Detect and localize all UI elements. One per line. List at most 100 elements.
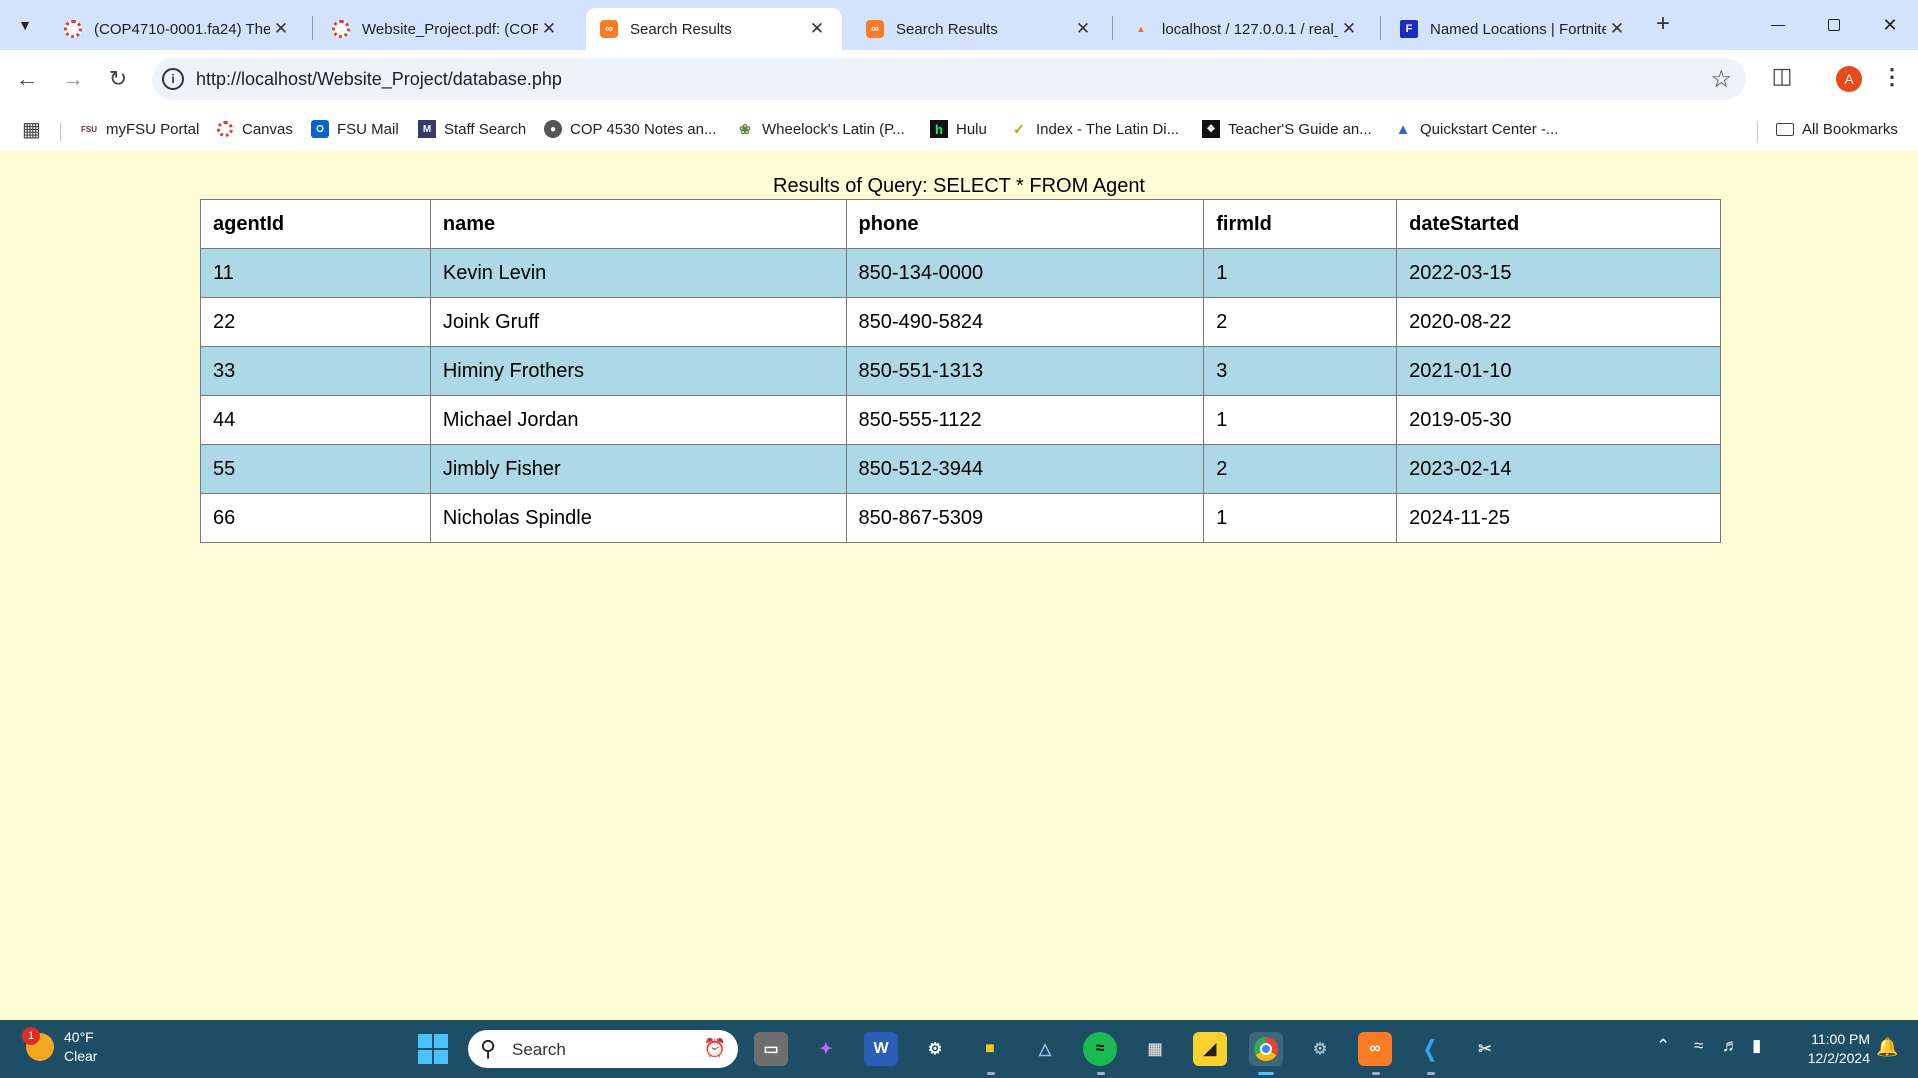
tab-phpmyadmin[interactable]: ▲ localhost / 127.0.0.1 / real_ ✕ (1118, 8, 1374, 50)
profile-avatar[interactable]: A (1836, 66, 1862, 92)
tab-search-button[interactable]: ▼ (10, 10, 40, 40)
tab-cop4710[interactable]: (COP4710-0001.fa24) Theo ✕ (50, 8, 306, 50)
bookmark-myfsu[interactable]: FSU myFSU Portal (80, 117, 199, 141)
close-icon[interactable]: ✕ (538, 18, 560, 40)
browser-menu-button[interactable]: ⋮ (1880, 64, 1904, 94)
table-cell: Kevin Levin (429, 248, 847, 298)
minimize-button[interactable] (1758, 10, 1798, 40)
bookmark-quickstart[interactable]: ▲ Quickstart Center -... (1394, 117, 1559, 141)
xampp-icon: ∞ (600, 20, 618, 38)
reload-button[interactable]: ↻ (103, 64, 133, 94)
bookmark-label: Quickstart Center -... (1420, 120, 1559, 138)
forward-button[interactable]: → (58, 64, 88, 94)
running-indicator (1427, 1072, 1435, 1075)
spotify-icon[interactable]: ≈ (1083, 1032, 1117, 1066)
wifi-icon[interactable]: ≈ (1694, 1036, 1703, 1056)
table-cell: 850-134-0000 (845, 248, 1205, 298)
chevron-up-icon[interactable]: ⌃ (1656, 1036, 1670, 1056)
table-row: 11 Kevin Levin 850-134-0000 1 2022-03-15 (200, 248, 1721, 298)
start-button[interactable] (418, 1034, 448, 1064)
running-indicator (1372, 1072, 1380, 1075)
bookmark-label: Index - The Latin Di... (1036, 120, 1180, 138)
vscode-icon[interactable]: ❬ (1413, 1032, 1447, 1066)
task-view-icon[interactable]: ▭ (754, 1032, 788, 1066)
restore-button[interactable] (1814, 10, 1854, 40)
staff-icon: M (418, 120, 436, 138)
bookmark-canvas[interactable]: Canvas (216, 117, 293, 141)
address-bar[interactable]: i http://localhost/Website_Project/datab… (152, 58, 1746, 100)
copilot-icon[interactable]: ✦ (809, 1032, 843, 1066)
column-header: name (429, 199, 847, 249)
restore-icon (1828, 19, 1840, 31)
close-window-button[interactable]: ✕ (1870, 10, 1910, 40)
bookmark-label: myFSU Portal (106, 120, 200, 138)
clock[interactable]: 11:00 PM 12/2/2024 (1790, 1030, 1870, 1068)
weather-widget[interactable]: 1 40°F Clear (22, 1027, 97, 1066)
tab-search-results-active[interactable]: ∞ Search Results ✕ (586, 8, 842, 50)
table-cell: 850-551-1313 (845, 346, 1205, 396)
all-bookmarks-button[interactable]: All Bookmarks (1776, 117, 1898, 141)
back-button[interactable]: ← (12, 64, 42, 94)
fsu-icon: FSU (81, 124, 97, 134)
steam-icon[interactable]: ⚙ (918, 1032, 952, 1066)
bell-icon[interactable]: 🔔 (1876, 1037, 1898, 1058)
url-text[interactable]: http://localhost/Website_Project/databas… (196, 69, 562, 90)
bookmark-hulu[interactable]: h Hulu (930, 117, 987, 141)
calculator-icon[interactable]: ▦ (1138, 1032, 1172, 1066)
tab-search-results[interactable]: ∞ Search Results ✕ (852, 8, 1108, 50)
taskbar-search[interactable]: ⚲ Search ⏰ (468, 1030, 738, 1068)
table-row: 55 Jimbly Fisher 850-512-3944 2 2023-02-… (200, 444, 1721, 494)
chrome-icon[interactable] (1249, 1032, 1283, 1066)
table-cell: 1 (1203, 493, 1398, 543)
outlook-icon: O (311, 120, 329, 138)
tab-website-project-pdf[interactable]: Website_Project.pdf: (COP4 ✕ (318, 8, 574, 50)
close-icon[interactable]: ✕ (1606, 18, 1628, 40)
settings-icon[interactable]: ⚙ (1303, 1032, 1337, 1066)
folder-icon (1776, 120, 1794, 138)
tab-title: Named Locations | Fortnite (1430, 20, 1606, 38)
photos-icon[interactable]: △ (1028, 1032, 1062, 1066)
volume-icon[interactable]: ♬ (1722, 1036, 1739, 1056)
reload-icon: ↻ (108, 66, 128, 91)
tab-title: localhost / 127.0.0.1 / real_ (1162, 20, 1338, 38)
column-header: dateStarted (1396, 199, 1721, 249)
tab-separator (1112, 16, 1113, 40)
table-row: 44 Michael Jordan 850-555-1122 1 2019-05… (200, 395, 1721, 445)
windows-logo-icon (434, 1050, 448, 1064)
close-icon[interactable]: ✕ (806, 18, 828, 40)
star-icon[interactable]: ☆ (1710, 65, 1732, 94)
info-icon[interactable]: i (162, 68, 184, 90)
bookmark-wheelocks-latin[interactable]: ❀ Wheelock's Latin (P... (736, 117, 905, 141)
word-icon[interactable]: W (864, 1032, 898, 1066)
apps-button[interactable]: ▦ (22, 117, 41, 141)
bookmark-cop4530[interactable]: ● COP 4530 Notes an... (544, 117, 716, 141)
bookmark-latin-dictionary[interactable]: ✓ Index - The Latin Di... (1010, 117, 1179, 141)
bookmark-staff-search[interactable]: M Staff Search (418, 117, 526, 141)
table-cell: 11 (200, 248, 431, 298)
file-explorer-icon[interactable]: ■ (973, 1032, 1007, 1066)
snipping-tool-icon[interactable]: ✂ (1468, 1032, 1502, 1066)
xampp-icon: ∞ (866, 20, 884, 38)
search-label: Search (512, 1040, 566, 1059)
extensions-button[interactable]: ◫ (1767, 63, 1797, 93)
table-cell: 44 (200, 395, 431, 445)
table-cell: Michael Jordan (429, 395, 847, 445)
bookmark-label: Staff Search (444, 120, 527, 138)
close-icon[interactable]: ✕ (1338, 18, 1360, 40)
table-cell: 2019-05-30 (1396, 395, 1721, 445)
new-tab-button[interactable]: + (1650, 12, 1676, 38)
canvas-icon (64, 20, 82, 38)
table-cell: 2020-08-22 (1396, 297, 1721, 347)
bookmark-teachers-guide[interactable]: ❖ Teacher'S Guide an... (1202, 117, 1372, 141)
battery-icon[interactable]: ▮ (1752, 1036, 1761, 1056)
close-icon[interactable]: ✕ (270, 18, 292, 40)
close-icon[interactable]: ✕ (1072, 18, 1094, 40)
page-content: Results of Query: SELECT * FROM Agent ag… (0, 150, 1918, 1020)
bookmark-fsu-mail[interactable]: O FSU Mail (311, 117, 399, 141)
xampp-icon[interactable]: ∞ (1358, 1032, 1392, 1066)
sticky-notes-icon[interactable]: ◢ (1193, 1032, 1227, 1066)
weather-temp: 40°F (64, 1029, 94, 1045)
table-cell: 1 (1203, 248, 1398, 298)
table-cell: 66 (200, 493, 431, 543)
tab-fortnite[interactable]: F Named Locations | Fortnite ✕ (1386, 8, 1642, 50)
